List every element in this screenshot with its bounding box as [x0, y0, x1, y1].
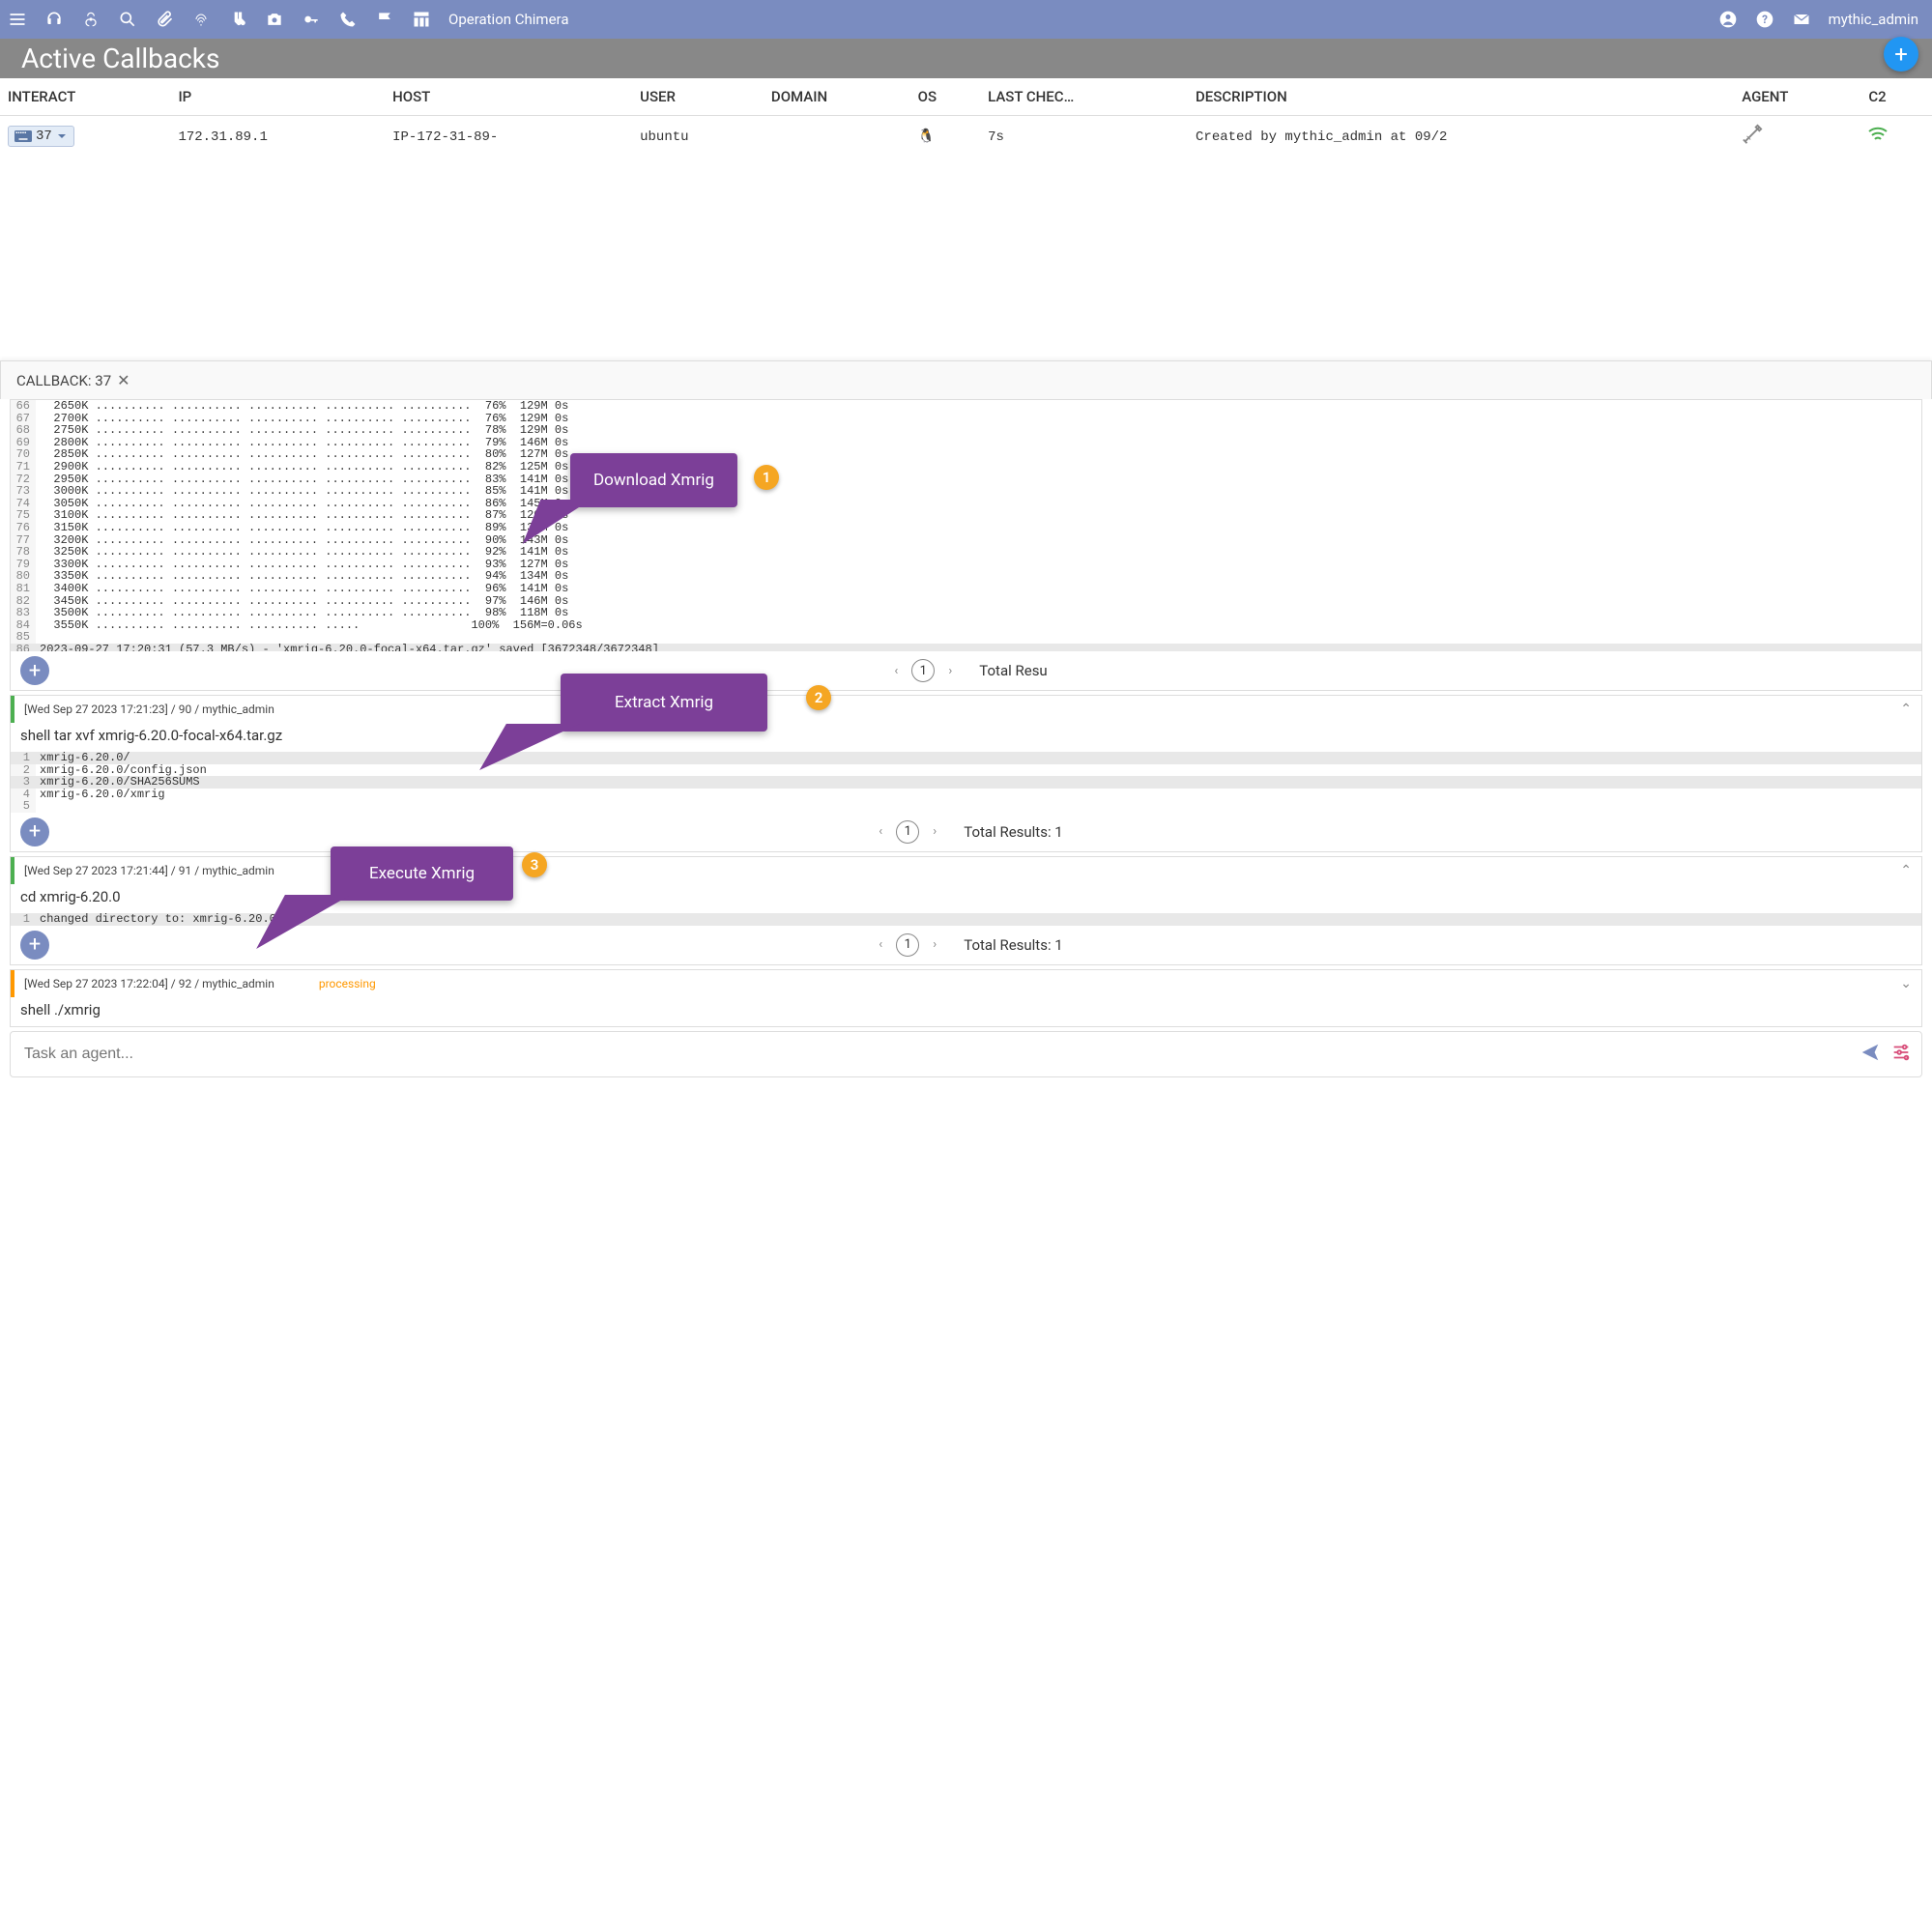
callbacks-table: INTERACT IP HOST USER DOMAIN OS LAST CHE…	[0, 78, 1932, 158]
attachment-icon[interactable]	[155, 10, 174, 29]
pager: ‹ 1 ›	[869, 933, 946, 957]
task-header: [Wed Sep 27 2023 17:22:04] / 92 / mythic…	[11, 970, 1921, 997]
menu-icon[interactable]	[8, 10, 27, 29]
username[interactable]: mythic_admin	[1829, 11, 1918, 28]
callout-execute: Execute Xmrig	[331, 846, 513, 901]
th-host: HOST	[385, 78, 632, 116]
cell-desc: Created by mythic_admin at 09/2	[1188, 116, 1734, 158]
badge-3: 3	[522, 852, 547, 877]
cell-last: 7s	[980, 116, 1188, 158]
send-icon[interactable]	[1860, 1042, 1881, 1067]
cell-user: ubuntu	[632, 116, 764, 158]
add-action-button[interactable]: +	[20, 656, 49, 685]
collapse-icon[interactable]: ⌃	[1900, 863, 1912, 878]
pager: ‹ 1 ›	[884, 659, 962, 682]
th-os: OS	[910, 78, 980, 116]
th-agent: AGENT	[1734, 78, 1860, 116]
task-block-download: 66 2650K .......... .......... .........…	[10, 399, 1922, 691]
th-user: USER	[632, 78, 764, 116]
prev-page[interactable]: ‹	[869, 820, 892, 844]
task-input-bar	[10, 1031, 1922, 1077]
phone-icon[interactable]	[338, 10, 358, 29]
next-page[interactable]: ›	[923, 933, 946, 957]
wifi-icon	[1860, 116, 1932, 158]
task-command: shell ./xmrig	[11, 997, 1921, 1026]
cell-host: IP-172-31-89-	[385, 116, 632, 158]
callout-download: Download Xmrig	[570, 453, 737, 507]
add-action-button[interactable]: +	[20, 818, 49, 846]
badge-2: 2	[806, 685, 831, 710]
agent-icon	[1734, 116, 1860, 158]
socks-icon[interactable]	[228, 10, 247, 29]
linux-icon: 🐧	[910, 116, 980, 158]
th-c2: C2	[1860, 78, 1932, 116]
page-title-bar: Active Callbacks +	[0, 39, 1932, 78]
task-timestamp: [Wed Sep 27 2023 17:21:44] / 91 / mythic…	[24, 864, 274, 877]
collapse-icon[interactable]: ⌃	[1900, 702, 1912, 717]
svg-text:?: ?	[1762, 13, 1768, 26]
total-results: Total Results: 1	[964, 823, 1063, 841]
next-page[interactable]: ›	[923, 820, 946, 844]
th-interact: INTERACT	[0, 78, 170, 116]
page-title: Active Callbacks	[21, 43, 219, 74]
task-block-run: [Wed Sep 27 2023 17:22:04] / 92 / mythic…	[10, 969, 1922, 1027]
flag-icon[interactable]	[375, 10, 394, 29]
top-bar: Operation Chimera ? mythic_admin	[0, 0, 1932, 39]
tab-label: CALLBACK: 37	[16, 372, 111, 389]
cell-domain	[764, 116, 910, 158]
interact-button[interactable]: 37	[8, 126, 74, 147]
key-icon[interactable]	[302, 10, 321, 29]
prev-page[interactable]: ‹	[869, 933, 892, 957]
page-number[interactable]: 1	[896, 933, 919, 957]
callback-id: 37	[36, 129, 52, 144]
th-desc: DESCRIPTION	[1188, 78, 1734, 116]
biohazard-icon[interactable]	[81, 10, 101, 29]
add-button[interactable]: +	[1884, 37, 1918, 72]
th-last: LAST CHEC…	[980, 78, 1188, 116]
add-action-button[interactable]: +	[20, 931, 49, 960]
badge-1: 1	[754, 465, 779, 490]
task-header: [Wed Sep 27 2023 17:21:23] / 90 / mythic…	[11, 696, 1921, 723]
task-timestamp: [Wed Sep 27 2023 17:22:04] / 92 / mythic…	[24, 977, 274, 990]
fingerprint-icon[interactable]	[191, 10, 211, 29]
account-icon[interactable]	[1718, 10, 1738, 29]
mail-icon[interactable]	[1792, 10, 1811, 29]
task-status: processing	[319, 977, 376, 990]
total-results: Total Resu	[979, 662, 1047, 679]
prev-page[interactable]: ‹	[884, 659, 908, 682]
task-input[interactable]	[20, 1036, 1850, 1073]
expand-icon[interactable]: ⌄	[1900, 976, 1912, 991]
total-results: Total Results: 1	[964, 936, 1063, 954]
help-icon[interactable]: ?	[1755, 10, 1774, 29]
camera-icon[interactable]	[265, 10, 284, 29]
next-page[interactable]: ›	[938, 659, 962, 682]
page-number[interactable]: 1	[896, 820, 919, 844]
callout-extract: Extract Xmrig	[561, 674, 767, 732]
table-row[interactable]: 37 172.31.89.1 IP-172-31-89- ubuntu 🐧 7s…	[0, 116, 1932, 158]
grid-icon[interactable]	[412, 10, 431, 29]
close-tab-icon[interactable]: ✕	[117, 371, 130, 389]
search-icon[interactable]	[118, 10, 137, 29]
task-output: 66 2650K .......... .......... .........…	[11, 400, 1921, 651]
task-block-extract: [Wed Sep 27 2023 17:21:23] / 90 / mythic…	[10, 695, 1922, 852]
th-domain: DOMAIN	[764, 78, 910, 116]
task-output: 1xmrig-6.20.0/2xmrig-6.20.0/config.json3…	[11, 752, 1921, 813]
cell-ip: 172.31.89.1	[170, 116, 385, 158]
tune-icon[interactable]	[1890, 1042, 1912, 1067]
task-timestamp: [Wed Sep 27 2023 17:21:23] / 90 / mythic…	[24, 703, 274, 716]
callback-tab[interactable]: CALLBACK: 37 ✕	[0, 360, 1932, 399]
th-ip: IP	[170, 78, 385, 116]
task-command: shell tar xvf xmrig-6.20.0-focal-x64.tar…	[11, 723, 1921, 752]
task-header: [Wed Sep 27 2023 17:21:44] / 91 / mythic…	[11, 857, 1921, 884]
page-number[interactable]: 1	[911, 659, 935, 682]
pager: ‹ 1 ›	[869, 820, 946, 844]
headphones-icon[interactable]	[44, 10, 64, 29]
operation-name: Operation Chimera	[448, 11, 569, 28]
